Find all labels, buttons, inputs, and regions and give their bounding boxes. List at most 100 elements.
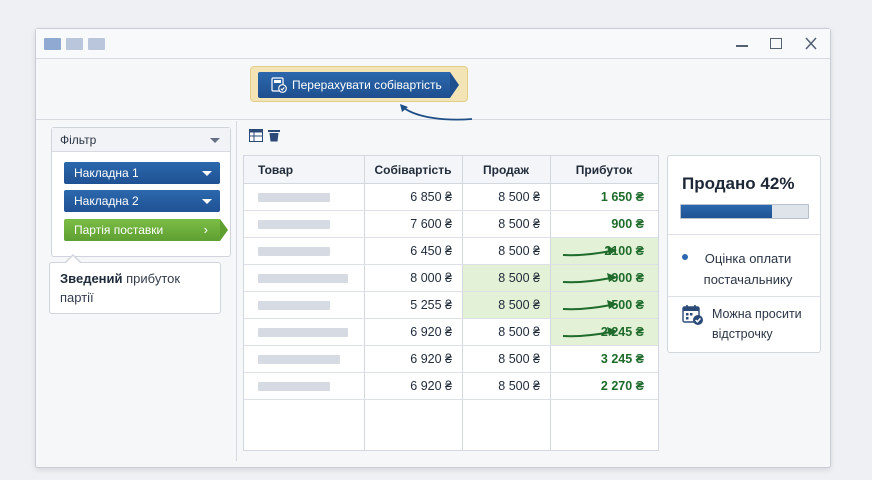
product-name-placeholder [258, 328, 348, 337]
table-row[interactable]: 7 600 ₴ 8 500 ₴ 900 ₴ [244, 211, 658, 238]
product-name-placeholder [258, 274, 348, 283]
grid-panel: Товар Собівартість Продаж Прибуток 6 850… [236, 121, 826, 461]
invoice-dropdown-2[interactable]: Накладна 2 [64, 190, 220, 212]
profit-cell: 1 650 ₴ [551, 184, 658, 210]
product-cell [244, 292, 364, 318]
sale-cell: 8 500 ₴ [498, 352, 540, 366]
chevron-down-icon [202, 199, 212, 204]
deferral-note: Можна просити відстрочку [712, 307, 802, 341]
product-name-placeholder [258, 193, 330, 202]
cost-cell: 6 920 ₴ [410, 379, 452, 393]
column-header-sale[interactable]: Продаж [462, 156, 550, 184]
sales-summary-card: Продано 42% Оцінка оплати постачальнику [667, 155, 821, 353]
table-row[interactable]: 6 850 ₴ 8 500 ₴ 1 650 ₴ [244, 184, 658, 211]
table-row[interactable]: 6 920 ₴ 8 500 ₴ 2 270 ₴ [244, 373, 658, 400]
window-tab-icon[interactable] [66, 38, 83, 50]
title-bar [36, 29, 830, 59]
toolbar: Перерахувати собівартість [36, 60, 830, 121]
table-row[interactable]: 5 255 ₴ 8 500 ₴ 500 ₴ [244, 292, 658, 319]
chevron-down-icon[interactable] [210, 138, 220, 143]
batch-button-tip [220, 219, 228, 241]
profit-cell: 2100 ₴ [551, 238, 658, 264]
table-row[interactable]: 6 920 ₴ 8 500 ₴ 3 245 ₴ [244, 346, 658, 373]
product-cell [244, 346, 364, 372]
cost-cell: 6 450 ₴ [410, 244, 452, 258]
table-row[interactable]: 6 920 ₴ 8 500 ₴ 2 245 ₴ [244, 319, 658, 346]
profit-cell: 3 245 ₴ [551, 346, 658, 372]
product-cell [244, 211, 364, 237]
profit-cell: 2 245 ₴ [551, 319, 658, 345]
sold-percent-value: 42% [760, 174, 795, 193]
maximize-icon[interactable] [766, 35, 786, 53]
sale-cell: 8 500 ₴ [463, 265, 550, 291]
main-panel: Фільтр Накладна 1 Накладна 2 Партія пост… [40, 121, 826, 463]
recalculate-cost-label: Перерахувати собівартість [292, 78, 442, 92]
sold-label: Продано [682, 174, 756, 193]
recalculate-cost-button[interactable]: Перерахувати собівартість [258, 72, 450, 98]
product-cell [244, 265, 364, 291]
column-header-profit[interactable]: Прибуток [550, 156, 658, 184]
profit-value: 2 270 ₴ [600, 379, 644, 393]
invoice-dropdown-label: Накладна 1 [74, 166, 139, 180]
sale-cell: 8 500 ₴ [498, 325, 540, 339]
profit-value: 2100 ₴ [604, 244, 644, 258]
product-name-placeholder [258, 220, 330, 229]
supplier-payment-note: Оцінка оплати постачальнику [703, 251, 793, 287]
sale-cell: 8 500 ₴ [498, 244, 540, 258]
table-row[interactable]: 6 450 ₴ 8 500 ₴ 2100 ₴ [244, 238, 658, 265]
delivery-batch-label: Партія поставки [74, 223, 164, 237]
product-name-placeholder [258, 301, 330, 310]
column-header-product[interactable]: Товар [244, 156, 364, 184]
minimize-icon[interactable] [732, 35, 752, 53]
window-tab-icon[interactable] [88, 38, 105, 50]
trash-icon[interactable] [267, 129, 281, 142]
table-row[interactable]: 8 000 ₴ 8 500 ₴ 900 ₴ [244, 265, 658, 292]
close-icon[interactable] [801, 35, 821, 53]
calculator-refresh-icon [271, 77, 287, 93]
sale-cell: 8 500 ₴ [498, 379, 540, 393]
summary-profit-callout: Зведений прибуток партії [49, 262, 221, 314]
cost-cell: 6 920 ₴ [410, 325, 452, 339]
filter-title: Фільтр [60, 133, 97, 147]
profit-value: 2 245 ₴ [600, 325, 644, 339]
profit-table: Товар Собівартість Продаж Прибуток 6 850… [243, 155, 659, 451]
profit-cell: 900 ₴ [551, 265, 658, 291]
profit-cell: 500 ₴ [551, 292, 658, 318]
profit-value: 900 ₴ [611, 217, 644, 231]
table-icon[interactable] [249, 129, 263, 142]
profit-value: 900 ₴ [611, 271, 644, 285]
profit-value: 1 650 ₴ [600, 190, 644, 204]
divider [668, 234, 820, 235]
product-cell [244, 184, 364, 210]
cost-cell: 6 920 ₴ [410, 352, 452, 366]
chevron-down-icon [202, 171, 212, 176]
sold-percentage: Продано 42% [682, 174, 794, 194]
product-cell [244, 238, 364, 264]
filter-header[interactable]: Фільтр [52, 128, 230, 152]
profit-cell: 2 270 ₴ [551, 373, 658, 399]
product-cell [244, 373, 364, 399]
profit-value: 500 ₴ [611, 298, 644, 312]
sold-progress-fill [681, 205, 773, 218]
sale-cell: 8 500 ₴ [463, 292, 550, 318]
recalc-highlight: Перерахувати собівартість [250, 66, 468, 102]
sale-cell: 8 500 ₴ [498, 217, 540, 231]
product-name-placeholder [258, 355, 340, 364]
divider [668, 296, 820, 297]
invoice-dropdown-1[interactable]: Накладна 1 [64, 162, 220, 184]
recalc-button-tip [450, 72, 459, 98]
chevron-right-icon: › [203, 222, 208, 237]
delivery-batch-button[interactable]: Партія поставки › [64, 219, 220, 241]
cost-cell: 6 850 ₴ [410, 190, 452, 204]
pointer-arrow [400, 104, 473, 121]
window-tab-icon[interactable] [44, 38, 61, 50]
sold-progress-bar [680, 204, 809, 219]
column-header-cost[interactable]: Собівартість [364, 156, 462, 184]
sale-cell: 8 500 ₴ [498, 190, 540, 204]
callout-pointer-fill [65, 256, 81, 264]
product-cell [244, 319, 364, 345]
callout-bold-text: Зведений [60, 271, 123, 286]
profit-value: 3 245 ₴ [600, 352, 644, 366]
profit-cell: 900 ₴ [551, 211, 658, 237]
app-window: Перерахувати собівартість Фільтр Накладн… [35, 28, 831, 468]
